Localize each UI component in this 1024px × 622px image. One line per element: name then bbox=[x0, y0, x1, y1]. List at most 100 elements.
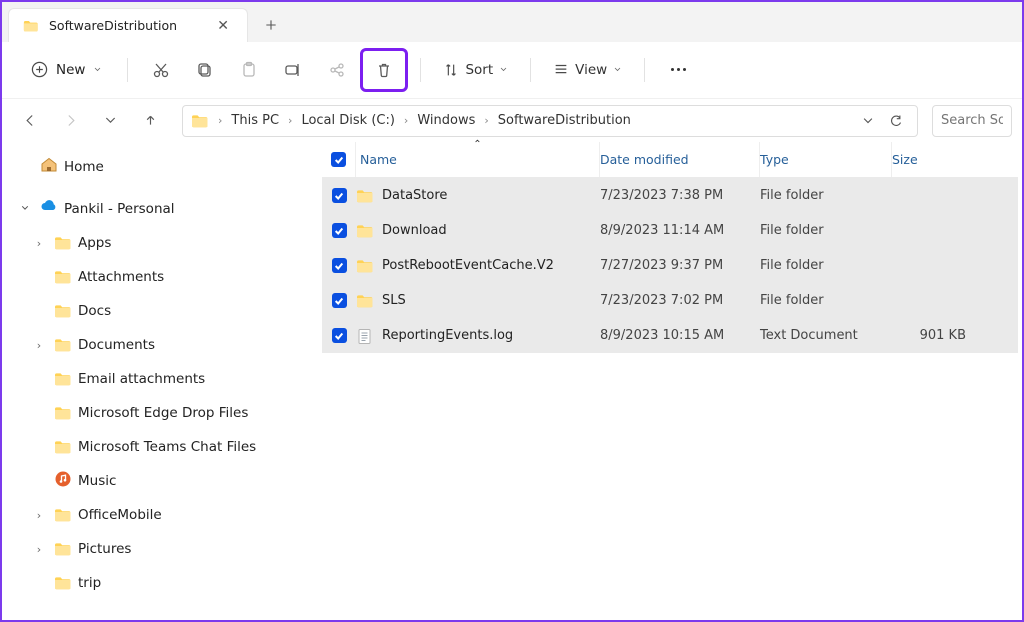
folder-icon bbox=[54, 506, 72, 524]
search-box[interactable] bbox=[932, 105, 1012, 137]
tree-label: Attachments bbox=[78, 269, 292, 285]
folder-icon bbox=[54, 404, 72, 422]
collapse-icon[interactable] bbox=[16, 203, 34, 216]
row-checkbox[interactable] bbox=[322, 293, 356, 308]
row-checkbox[interactable] bbox=[322, 188, 356, 203]
chevron-right-icon: › bbox=[285, 114, 295, 127]
back-button[interactable] bbox=[12, 103, 48, 139]
breadcrumb-segment[interactable]: Windows bbox=[413, 110, 479, 131]
tree-label: Apps bbox=[78, 235, 292, 251]
file-name-cell: SLS bbox=[356, 292, 600, 310]
rename-button[interactable] bbox=[272, 50, 314, 90]
tab-active[interactable]: SoftwareDistribution ✕ bbox=[8, 8, 248, 42]
tree-item[interactable]: Music bbox=[8, 464, 298, 498]
row-checkbox[interactable] bbox=[322, 328, 356, 343]
file-row[interactable]: SLS7/23/2023 7:02 PMFile folder bbox=[322, 283, 1018, 318]
navigation-pane[interactable]: Home Pankil - Personal ›Apps Attachments… bbox=[2, 142, 298, 620]
more-button[interactable] bbox=[657, 50, 699, 90]
view-label: View bbox=[575, 62, 607, 78]
file-list-pane: ⌃ Name Date modified Type Size DataStore… bbox=[298, 142, 1022, 620]
file-date: 7/23/2023 7:38 PM bbox=[600, 188, 760, 203]
music-icon bbox=[54, 470, 72, 492]
cloud-icon bbox=[40, 198, 58, 220]
column-header-type[interactable]: Type bbox=[760, 142, 892, 177]
folder-icon bbox=[54, 302, 72, 320]
breadcrumb-segment[interactable]: SoftwareDistribution bbox=[494, 110, 635, 131]
paste-button[interactable] bbox=[228, 50, 270, 90]
tree-label: Pankil - Personal bbox=[64, 201, 292, 217]
folder-icon bbox=[54, 540, 72, 558]
cut-button[interactable] bbox=[140, 50, 182, 90]
separator bbox=[530, 58, 531, 82]
file-name: PostRebootEventCache.V2 bbox=[382, 258, 554, 273]
column-label: Date modified bbox=[600, 152, 689, 167]
tree-item[interactable]: ›OfficeMobile bbox=[8, 498, 298, 532]
tree-label: Home bbox=[64, 159, 292, 175]
view-button[interactable]: View bbox=[543, 56, 632, 84]
sort-label: Sort bbox=[465, 62, 493, 78]
chevron-right-icon: › bbox=[215, 114, 225, 127]
tree-item[interactable]: ›Documents bbox=[8, 328, 298, 362]
close-tab-button[interactable]: ✕ bbox=[211, 16, 235, 36]
share-button[interactable] bbox=[316, 50, 358, 90]
file-row[interactable]: PostRebootEventCache.V27/27/2023 9:37 PM… bbox=[322, 248, 1018, 283]
tree-item[interactable]: Microsoft Edge Drop Files bbox=[8, 396, 298, 430]
file-type: File folder bbox=[760, 223, 892, 238]
forward-button[interactable] bbox=[52, 103, 88, 139]
file-name: Download bbox=[382, 223, 447, 238]
file-row[interactable]: ReportingEvents.log8/9/2023 10:15 AMText… bbox=[322, 318, 1018, 353]
folder-icon bbox=[191, 112, 209, 130]
recent-locations-button[interactable] bbox=[92, 103, 128, 139]
chevron-right-icon: › bbox=[401, 114, 411, 127]
row-checkbox[interactable] bbox=[322, 258, 356, 273]
tree-item[interactable]: Attachments bbox=[8, 260, 298, 294]
tree-item[interactable]: ›Apps bbox=[8, 226, 298, 260]
column-header-date[interactable]: Date modified bbox=[600, 142, 760, 177]
file-rows: DataStore7/23/2023 7:38 PMFile folderDow… bbox=[322, 178, 1018, 353]
tree-item[interactable]: Docs bbox=[8, 294, 298, 328]
tree-label: Docs bbox=[78, 303, 292, 319]
folder-icon bbox=[54, 370, 72, 388]
column-header-size[interactable]: Size bbox=[892, 142, 972, 177]
file-row[interactable]: DataStore7/23/2023 7:38 PMFile folder bbox=[322, 178, 1018, 213]
breadcrumb-segment[interactable]: Local Disk (C:) bbox=[297, 110, 398, 131]
folder-icon bbox=[54, 234, 72, 252]
column-label: Name bbox=[360, 152, 397, 167]
folder-icon bbox=[54, 336, 72, 354]
folder-icon bbox=[54, 438, 72, 456]
column-header-name[interactable]: ⌃ Name bbox=[356, 142, 600, 177]
tab-title: SoftwareDistribution bbox=[49, 18, 201, 33]
separator bbox=[420, 58, 421, 82]
tree-label: Documents bbox=[78, 337, 292, 353]
delete-button[interactable] bbox=[360, 48, 408, 92]
tab-strip: SoftwareDistribution ✕ bbox=[2, 2, 1022, 42]
file-date: 8/9/2023 10:15 AM bbox=[600, 328, 760, 343]
new-button[interactable]: New bbox=[18, 54, 115, 85]
nav-row: › This PC › Local Disk (C:) › Windows › … bbox=[2, 98, 1022, 142]
tree-label: Music bbox=[78, 473, 292, 489]
refresh-button[interactable] bbox=[883, 108, 909, 134]
address-bar[interactable]: › This PC › Local Disk (C:) › Windows › … bbox=[182, 105, 918, 137]
chevron-right-icon: › bbox=[481, 114, 491, 127]
folder-icon bbox=[54, 268, 72, 286]
row-checkbox[interactable] bbox=[322, 223, 356, 238]
file-row[interactable]: Download8/9/2023 11:14 AMFile folder bbox=[322, 213, 1018, 248]
tree-item[interactable]: ›Pictures bbox=[8, 532, 298, 566]
up-button[interactable] bbox=[132, 103, 168, 139]
new-tab-button[interactable] bbox=[254, 8, 288, 42]
tree-item[interactable]: trip bbox=[8, 566, 298, 600]
sort-button[interactable]: Sort bbox=[433, 56, 518, 84]
copy-button[interactable] bbox=[184, 50, 226, 90]
folder-icon bbox=[23, 18, 39, 34]
tree-item[interactable]: Email attachments bbox=[8, 362, 298, 396]
tree-label: Email attachments bbox=[78, 371, 292, 387]
file-date: 7/23/2023 7:02 PM bbox=[600, 293, 760, 308]
tree-item-home[interactable]: Home bbox=[8, 150, 298, 184]
address-dropdown-button[interactable] bbox=[855, 108, 881, 134]
select-all-checkbox[interactable] bbox=[322, 142, 356, 177]
file-name-cell: ReportingEvents.log bbox=[356, 327, 600, 345]
search-input[interactable] bbox=[941, 113, 1003, 128]
breadcrumb-segment[interactable]: This PC bbox=[227, 110, 283, 131]
tree-item-onedrive[interactable]: Pankil - Personal bbox=[8, 192, 298, 226]
tree-item[interactable]: Microsoft Teams Chat Files bbox=[8, 430, 298, 464]
